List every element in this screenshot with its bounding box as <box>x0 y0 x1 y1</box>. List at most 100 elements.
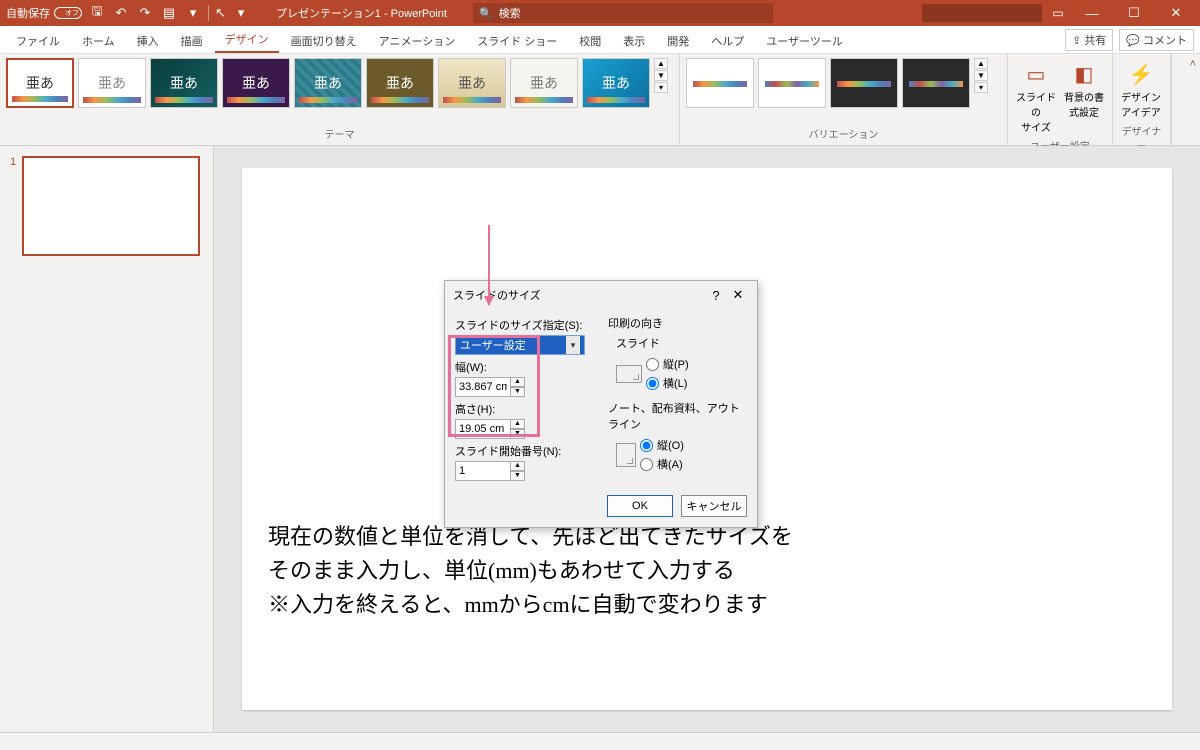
instruction-line: ※入力を終えると、mmからcmに自動で変わります <box>268 588 793 622</box>
size-spec-value: ユーザー設定 <box>460 337 526 353</box>
tab-insert[interactable]: 挿入 <box>127 27 169 53</box>
notes-landscape-radio[interactable] <box>640 458 653 471</box>
tab-draw[interactable]: 描画 <box>171 27 213 53</box>
ok-button[interactable]: OK <box>607 495 673 517</box>
theme-thumb[interactable]: 亜あ <box>6 58 74 108</box>
ribbon-group-custom: ▭ スライドの サイズ ◧ 背景の書 式設定 ユーザー設定 <box>1008 54 1113 145</box>
spinner-down-icon[interactable]: ▼ <box>511 429 525 439</box>
tab-usertools[interactable]: ユーザーツール <box>756 27 853 53</box>
theme-thumb[interactable]: 亜あ <box>582 58 650 108</box>
redo-icon[interactable]: ↷ <box>136 5 154 21</box>
ribbon-tabs: ファイル ホーム 挿入 描画 デザイン 画面切り替え アニメーション スライド … <box>0 26 1200 54</box>
theme-thumb[interactable]: 亜あ <box>366 58 434 108</box>
portrait-icon <box>616 443 636 467</box>
share-button[interactable]: ⇪共有 <box>1065 29 1113 51</box>
tab-review[interactable]: 校閲 <box>569 27 611 53</box>
tab-view[interactable]: 表示 <box>613 27 655 53</box>
slide-landscape-radio[interactable] <box>646 377 659 390</box>
tab-help[interactable]: ヘルプ <box>701 27 754 53</box>
height-label: 高さ(H): <box>455 401 594 417</box>
theme-thumb[interactable]: 亜あ <box>294 58 362 108</box>
variant-thumb[interactable] <box>686 58 754 108</box>
touch-mode-icon[interactable]: ▾ <box>232 5 250 21</box>
variant-thumb[interactable] <box>758 58 826 108</box>
ribbon-display-icon[interactable]: ▭ <box>1048 6 1068 20</box>
tab-slideshow[interactable]: スライド ショー <box>467 27 567 53</box>
pointer-icon[interactable]: ↖ <box>208 5 226 21</box>
notes-portrait-radio[interactable] <box>640 439 653 452</box>
user-account[interactable] <box>922 4 1042 22</box>
autosave-toggle[interactable]: 自動保存 オフ <box>6 5 82 21</box>
window-title: プレゼンテーション1 - PowerPoint <box>276 5 447 21</box>
spinner-down-icon[interactable]: ▼ <box>511 387 525 397</box>
collapse-ribbon-icon[interactable]: ˄ <box>1190 58 1196 70</box>
notes-group-label: ノート、配布資料、アウトライン <box>608 400 747 432</box>
comments-button[interactable]: 💬コメント <box>1119 29 1194 51</box>
tab-animations[interactable]: アニメーション <box>369 27 466 53</box>
spinner-up-icon[interactable]: ▲ <box>511 419 525 429</box>
autosave-state: オフ <box>54 7 82 19</box>
instruction-line: そのまま入力し、単位(mm)もあわせて入力する <box>268 554 793 588</box>
landscape-icon <box>616 365 642 383</box>
dialog-right-column: 印刷の向き スライド 縦(P) 横(L) ノート、配布資料、アウトライン 縦(O… <box>608 313 747 481</box>
size-spec-combo[interactable]: ユーザー設定 ▾ <box>455 335 585 355</box>
themes-scroll-down[interactable]: ▼ <box>654 70 668 81</box>
search-box[interactable]: 🔍 検索 <box>473 3 773 23</box>
ribbon-group-label: バリエーション <box>686 126 1001 143</box>
tab-developer[interactable]: 開発 <box>657 27 699 53</box>
theme-thumb[interactable]: 亜あ <box>438 58 506 108</box>
dialog-help-icon[interactable]: ? <box>705 288 727 303</box>
start-from-beginning-icon[interactable]: ▤ <box>160 5 178 21</box>
dialog-close-icon[interactable]: ✕ <box>727 287 749 303</box>
slide-size-button[interactable]: ▭ スライドの サイズ <box>1014 58 1058 138</box>
qat-more-icon[interactable]: ▾ <box>184 5 202 21</box>
close-icon[interactable]: ✕ <box>1158 5 1194 21</box>
minimize-icon[interactable]: — <box>1074 6 1110 21</box>
title-bar: 自動保存 オフ 🖫 ↶ ↷ ▤ ▾ ↖ ▾ プレゼンテーション1 - Power… <box>0 0 1200 26</box>
height-spinner[interactable]: ▲▼ <box>455 419 525 439</box>
slide-orientation-group: スライド 縦(P) 横(L) <box>608 335 747 394</box>
themes-scroll-up[interactable]: ▲ <box>654 58 668 69</box>
variants-scroll-up[interactable]: ▲ <box>974 58 988 69</box>
maximize-icon[interactable]: ☐ <box>1116 5 1152 21</box>
instruction-text: 現在の数値と単位を消して、先ほど出てきたサイズを そのまま入力し、単位(mm)も… <box>268 520 793 622</box>
status-bar <box>0 732 1200 750</box>
save-icon[interactable]: 🖫 <box>88 2 106 24</box>
start-number-input[interactable] <box>455 461 511 481</box>
undo-icon[interactable]: ↶ <box>112 5 130 21</box>
start-number-spinner[interactable]: ▲▼ <box>455 461 525 481</box>
spinner-up-icon[interactable]: ▲ <box>511 377 525 387</box>
variants-more-icon[interactable]: ▾ <box>974 82 988 93</box>
slide-thumbnail[interactable] <box>22 156 200 256</box>
autosave-label: 自動保存 <box>6 5 50 21</box>
theme-thumb[interactable]: 亜あ <box>150 58 218 108</box>
search-icon: 🔍 <box>479 7 493 20</box>
format-background-button[interactable]: ◧ 背景の書 式設定 <box>1062 58 1106 123</box>
ribbon-group-label: テーマ <box>6 126 673 143</box>
tab-home[interactable]: ホーム <box>72 27 125 53</box>
spinner-up-icon[interactable]: ▲ <box>511 461 525 471</box>
variants-scroll-down[interactable]: ▼ <box>974 70 988 81</box>
slide-group-label: スライド <box>616 335 747 351</box>
design-ideas-button[interactable]: ⚡ デザイン アイデア <box>1119 58 1163 123</box>
dialog-left-column: スライドのサイズ指定(S): ユーザー設定 ▾ 幅(W): ▲▼ 高さ(H): … <box>455 313 594 481</box>
tab-file[interactable]: ファイル <box>6 27 70 53</box>
search-placeholder: 検索 <box>499 5 521 21</box>
theme-thumb[interactable]: 亜あ <box>78 58 146 108</box>
width-input[interactable] <box>455 377 511 397</box>
theme-thumb[interactable]: 亜あ <box>222 58 290 108</box>
spinner-down-icon[interactable]: ▼ <box>511 471 525 481</box>
width-spinner[interactable]: ▲▼ <box>455 377 525 397</box>
tab-transitions[interactable]: 画面切り替え <box>281 27 367 53</box>
ribbon-group-designer: ⚡ デザイン アイデア デザイナー <box>1113 54 1171 145</box>
height-input[interactable] <box>455 419 511 439</box>
theme-thumb[interactable]: 亜あ <box>510 58 578 108</box>
ribbon-group-variants: ▲ ▼ ▾ バリエーション <box>680 54 1008 145</box>
variant-thumb[interactable] <box>830 58 898 108</box>
themes-more-icon[interactable]: ▾ <box>654 82 668 93</box>
variant-thumb[interactable] <box>902 58 970 108</box>
slide-portrait-radio[interactable] <box>646 358 659 371</box>
annotation-arrow <box>488 225 490 305</box>
cancel-button[interactable]: キャンセル <box>681 495 747 517</box>
tab-design[interactable]: デザイン <box>215 25 279 53</box>
